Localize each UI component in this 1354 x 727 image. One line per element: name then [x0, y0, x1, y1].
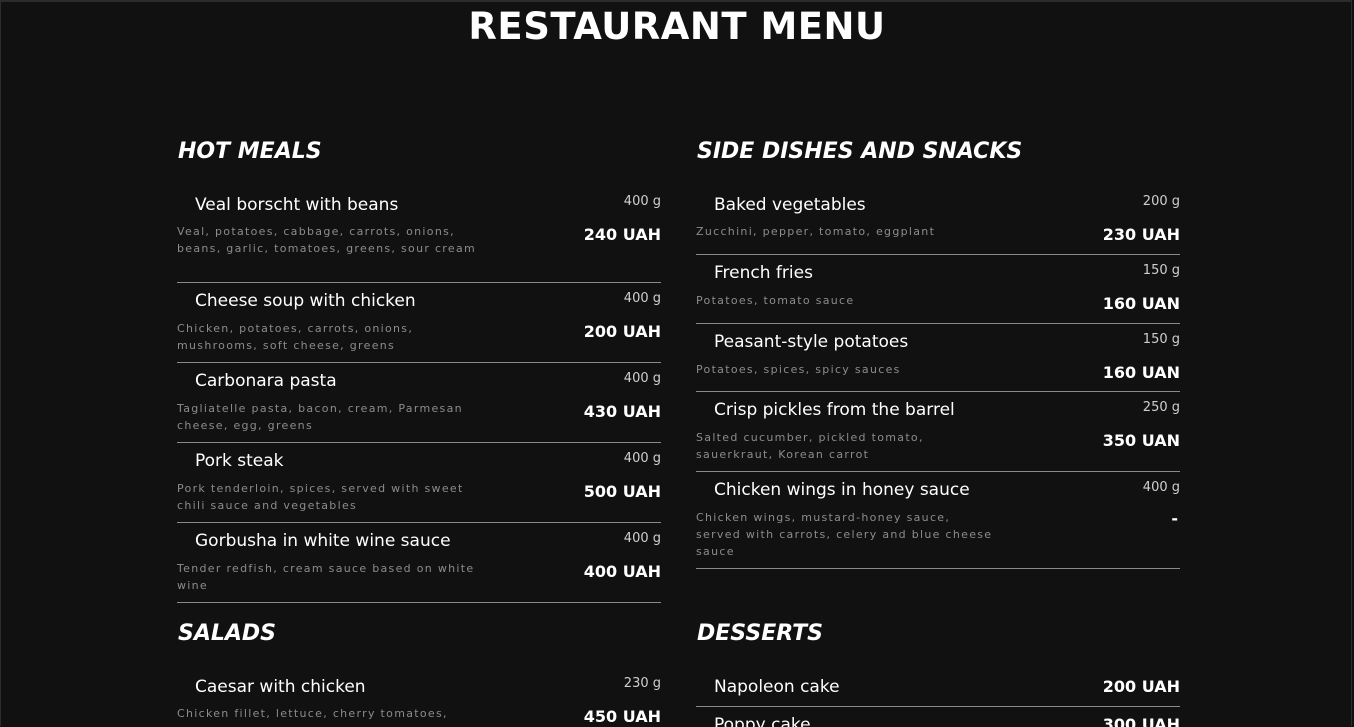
item-weight: 400 g — [623, 291, 661, 306]
item-price: 230 UAH — [1102, 225, 1180, 244]
item-name: Peasant-style potatoes — [714, 332, 909, 352]
item-name: Chicken wings in honey sauce — [714, 480, 970, 500]
item-name: Napoleon cake — [714, 677, 840, 697]
section-title: HOT MEALS — [178, 139, 322, 164]
item-price: 240 UAH — [583, 225, 661, 244]
item-weight: 230 g — [623, 676, 661, 691]
menu-item[interactable]: Baked vegetables 200 g Zucchini, pepper,… — [696, 192, 1180, 255]
item-weight: 400 g — [623, 531, 661, 546]
page-title: RESTAURANT MENU — [468, 5, 886, 48]
item-price: 500 UAH — [583, 482, 661, 501]
section-title: SIDE DISHES AND SNACKS — [697, 139, 1023, 164]
item-description: Veal, potatoes, cabbage, carrots, onions… — [177, 225, 477, 255]
menu-list: Veal borscht with beans 400 g Veal, pota… — [177, 192, 661, 603]
menu-item[interactable]: Napoleon cake 200 UAH — [696, 674, 1180, 707]
item-description: Chicken wings, mustard-honey sauce, serv… — [696, 511, 993, 558]
menu-item[interactable]: Pork steak 400 g Pork tenderloin, spices… — [177, 443, 661, 523]
menu-item[interactable]: Gorbusha in white wine sauce 400 g Tende… — [177, 523, 661, 603]
item-price: 430 UAH — [583, 402, 661, 421]
item-weight: 150 g — [1142, 263, 1180, 278]
item-price: 160 UAN — [1102, 294, 1180, 313]
item-price: - — [1171, 509, 1178, 528]
item-name: Veal borscht with beans — [195, 195, 399, 215]
section-title: DESSERTS — [697, 621, 824, 646]
item-weight: 150 g — [1142, 332, 1180, 347]
menu-item[interactable]: Caesar with chicken 230 g Chicken fillet… — [177, 674, 661, 727]
item-weight: 250 g — [1142, 400, 1180, 415]
item-description: Potatoes, tomato sauce — [696, 294, 855, 307]
item-weight: 400 g — [623, 194, 661, 209]
menu-item[interactable]: Crisp pickles from the barrel 250 g Salt… — [696, 392, 1180, 472]
menu-item[interactable]: Cheese soup with chicken 400 g Chicken, … — [177, 283, 661, 363]
item-description: Salted cucumber, pickled tomato, sauerkr… — [696, 431, 924, 461]
item-price: 450 UAH — [583, 707, 661, 726]
item-name: French fries — [714, 263, 813, 283]
menu-item[interactable]: French fries 150 g Potatoes, tomato sauc… — [696, 255, 1180, 324]
item-name: Pork steak — [195, 451, 284, 471]
item-name: Carbonara pasta — [195, 371, 337, 391]
item-description: Tender redfish, cream sauce based on whi… — [177, 562, 475, 592]
menu-list: Baked vegetables 200 g Zucchini, pepper,… — [696, 192, 1180, 569]
item-description: Zucchini, pepper, tomato, eggplant — [696, 225, 936, 238]
section-title: SALADS — [178, 621, 277, 646]
item-weight: 400 g — [623, 451, 661, 466]
item-weight: 400 g — [623, 371, 661, 386]
item-price: 200 UAH — [1102, 677, 1180, 696]
item-name: Cheese soup with chicken — [195, 291, 416, 311]
item-price: 300 UAH — [1102, 715, 1180, 727]
item-description: Tagliatelle pasta, bacon, cream, Parmesa… — [177, 402, 463, 432]
item-name: Crisp pickles from the barrel — [714, 400, 955, 420]
item-name: Baked vegetables — [714, 195, 866, 215]
item-description: Chicken fillet, lettuce, cherry tomatoes… — [177, 707, 448, 720]
menu-item[interactable]: Chicken wings in honey sauce 400 g Chick… — [696, 472, 1180, 569]
item-description: Pork tenderloin, spices, served with swe… — [177, 482, 464, 512]
menu-list: Caesar with chicken 230 g Chicken fillet… — [177, 674, 661, 727]
menu-item[interactable]: Poppy cake 300 UAH — [696, 707, 1180, 727]
item-description: Potatoes, spices, spicy sauces — [696, 363, 901, 376]
menu-item[interactable]: Peasant-style potatoes 150 g Potatoes, s… — [696, 324, 1180, 392]
item-weight: 400 g — [1142, 480, 1180, 495]
item-price: 400 UAH — [583, 562, 661, 581]
item-name: Poppy cake — [714, 715, 811, 727]
menu-item[interactable]: Carbonara pasta 400 g Tagliatelle pasta,… — [177, 363, 661, 443]
item-price: 350 UAN — [1102, 431, 1180, 450]
item-description: Chicken, potatoes, carrots, onions, mush… — [177, 322, 414, 352]
item-price: 200 UAH — [583, 322, 661, 341]
item-weight: 200 g — [1142, 194, 1180, 209]
item-price: 160 UAN — [1102, 363, 1180, 382]
menu-list: Napoleon cake 200 UAH Poppy cake 300 UAH — [696, 674, 1180, 727]
item-name: Gorbusha in white wine sauce — [195, 531, 451, 551]
item-name: Caesar with chicken — [195, 677, 366, 697]
menu-item[interactable]: Veal borscht with beans 400 g Veal, pota… — [177, 192, 661, 283]
